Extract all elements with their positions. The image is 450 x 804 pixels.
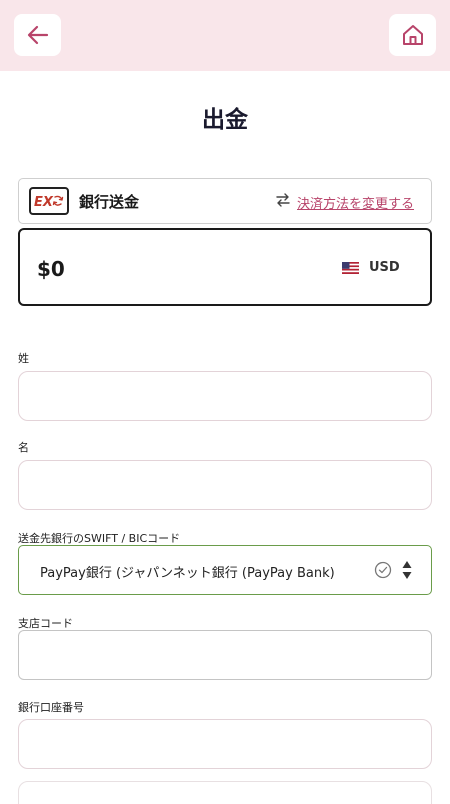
home-button[interactable] xyxy=(389,14,436,56)
back-button[interactable] xyxy=(14,14,61,56)
account-number-field[interactable] xyxy=(18,719,432,769)
swap-icon xyxy=(276,193,290,207)
updown-arrow-icon xyxy=(402,561,412,579)
branch-code-field[interactable] xyxy=(18,630,432,680)
bank-transfer-logo: EX xyxy=(29,187,69,215)
swift-selected-value: PayPay銀行 (ジャパンネット銀行 (PayPay Bank) xyxy=(40,566,335,581)
top-bar xyxy=(0,0,450,71)
swift-select[interactable]: PayPay銀行 (ジャパンネット銀行 (PayPay Bank) xyxy=(18,545,432,595)
currency-label: USD xyxy=(369,260,400,275)
payment-method-name: 銀行送金 xyxy=(79,193,140,211)
page-title: 出金 xyxy=(202,107,248,133)
account-number-label: 銀行口座番号 xyxy=(18,701,84,714)
arrow-left-icon xyxy=(27,25,48,45)
amount-input[interactable]: $0 USD xyxy=(18,228,432,306)
us-flag-icon xyxy=(342,262,359,274)
home-icon xyxy=(402,25,423,45)
next-field-partial[interactable] xyxy=(18,781,432,804)
check-circle-icon xyxy=(374,561,392,579)
swift-label: 送金先銀行のSWIFT / BICコード xyxy=(18,532,181,545)
amount-value: $0 xyxy=(37,257,65,281)
first-name-label: 名 xyxy=(18,441,29,454)
last-name-label: 姓 xyxy=(18,352,29,365)
svg-text:EX: EX xyxy=(34,195,54,210)
payment-method-card: EX 銀行送金 決済方法を変更する xyxy=(18,178,432,224)
first-name-field[interactable] xyxy=(18,460,432,510)
change-payment-method-link[interactable]: 決済方法を変更する xyxy=(297,193,414,212)
branch-code-label: 支店コード xyxy=(18,617,73,630)
last-name-field[interactable] xyxy=(18,371,432,421)
